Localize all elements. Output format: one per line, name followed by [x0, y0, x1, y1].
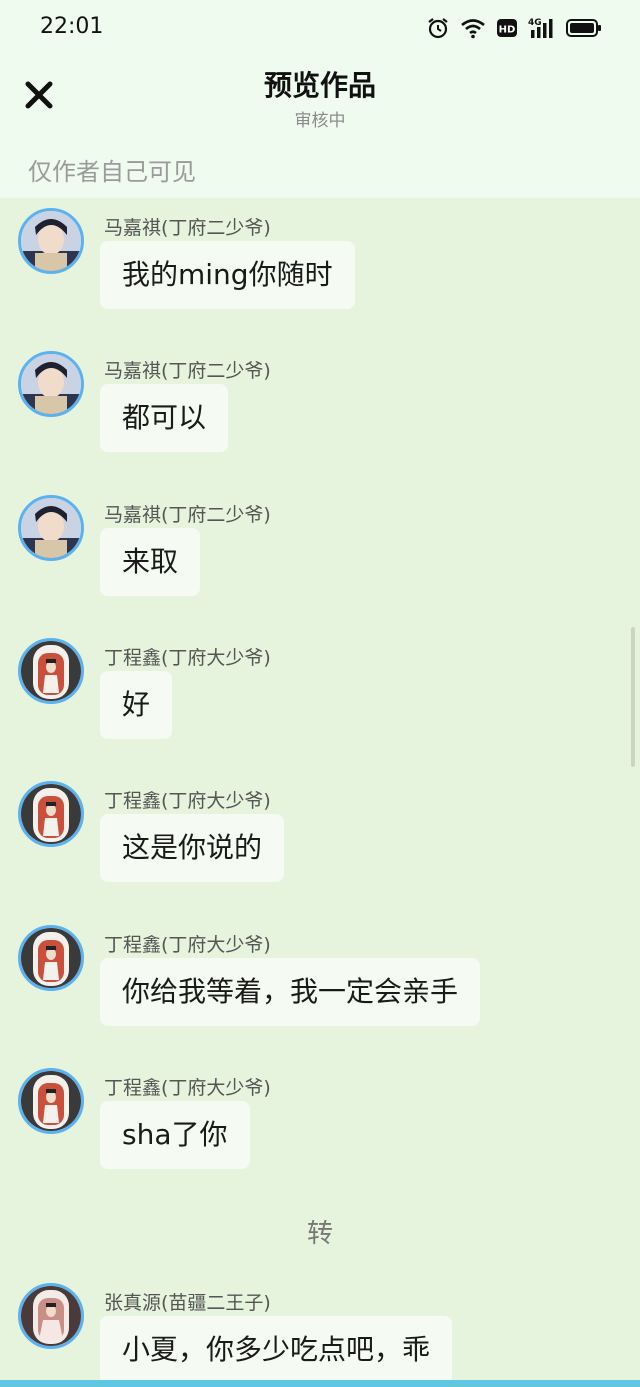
signal-4g-icon: 4G: [528, 16, 556, 40]
alarm-icon: [426, 16, 450, 40]
sender-name: 丁程鑫(丁府大少爷): [104, 1077, 271, 1099]
avatar-majiaqi[interactable]: [18, 351, 84, 417]
message-bubble[interactable]: 来取: [100, 528, 201, 596]
status-bar: 22:01 HD 4G: [0, 0, 640, 56]
message-bubble[interactable]: 都可以: [100, 384, 229, 452]
avatar-majiaqi[interactable]: [18, 495, 84, 561]
page-title: 预览作品: [263, 69, 376, 102]
scrollbar[interactable]: [631, 627, 635, 767]
message-bubble[interactable]: 你给我等着，我一定会亲手: [100, 958, 481, 1026]
sender-name: 丁程鑫(丁府大少爷): [104, 647, 271, 669]
sender-name: 丁程鑫(丁府大少爷): [104, 790, 271, 812]
scene-divider: 转: [306, 1219, 333, 1249]
message-bubble[interactable]: 好: [100, 671, 173, 739]
message-bubble[interactable]: 这是你说的: [100, 814, 285, 882]
top-bar: 22:01 HD 4G 预览作品 审核中 仅作者自己可见: [0, 0, 640, 198]
avatar-dingchengxin[interactable]: [18, 1068, 84, 1134]
avatar-zhangzhenyuan[interactable]: [18, 1283, 84, 1349]
chat-list[interactable]: 马嘉祺(丁府二少爷) 我的ming你随时 马嘉祺(丁府二少爷) 都可以 马嘉祺(…: [0, 198, 640, 1380]
bottom-strip: [0, 1380, 640, 1387]
status-icons: HD 4G: [426, 16, 602, 40]
sender-name: 丁程鑫(丁府大少爷): [104, 934, 271, 956]
svg-text:4G: 4G: [528, 18, 542, 28]
status-time: 22:01: [40, 14, 104, 39]
wifi-icon: [460, 17, 486, 39]
avatar-majiaqi[interactable]: [18, 208, 84, 274]
message-bubble[interactable]: 小夏，你多少吃点吧，乖: [100, 1316, 453, 1380]
svg-text:HD: HD: [499, 25, 516, 36]
sender-name: 马嘉祺(丁府二少爷): [104, 360, 271, 382]
review-status: 审核中: [294, 111, 346, 131]
avatar-dingchengxin[interactable]: [18, 925, 84, 991]
visibility-note: 仅作者自己可见: [28, 158, 196, 186]
sender-name: 马嘉祺(丁府二少爷): [104, 217, 271, 239]
avatar-dingchengxin[interactable]: [18, 638, 84, 704]
avatar-dingchengxin[interactable]: [18, 781, 84, 847]
battery-icon: [566, 18, 602, 38]
hd-icon: HD: [496, 17, 518, 39]
message-bubble[interactable]: sha了你: [100, 1101, 250, 1169]
message-bubble[interactable]: 我的ming你随时: [100, 241, 355, 309]
sender-name: 马嘉祺(丁府二少爷): [104, 504, 271, 526]
sender-name: 张真源(苗疆二王子): [104, 1292, 271, 1314]
